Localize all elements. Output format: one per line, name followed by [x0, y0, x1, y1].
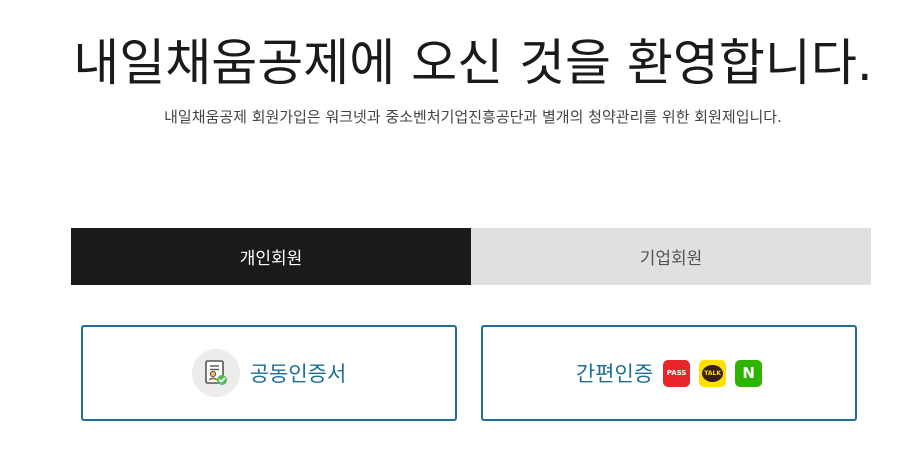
naver-icon: N [735, 359, 763, 387]
kakao-talk-icon: TALK [699, 359, 727, 387]
certificate-icon [191, 349, 240, 397]
tab-individual[interactable]: 개인회원 [71, 228, 471, 285]
joint-certificate-label: 공동인증서 [249, 362, 347, 386]
kakao-talk-bubble: TALK [702, 364, 724, 382]
tab-corporate[interactable]: 기업회원 [471, 228, 871, 285]
page-subtitle: 내일채움공제 회원가입은 워크넷과 중소벤처기업진흥공단과 별개의 청약관리를 … [164, 108, 782, 126]
simple-auth-label: 간편인증 [575, 362, 654, 386]
page-title: 내일채움공제에 오신 것을 환영합니다. [73, 34, 873, 92]
joint-certificate-button[interactable]: 공동인증서 [81, 325, 457, 421]
member-type-tabs: 개인회원 기업회원 [71, 228, 871, 285]
simple-auth-button[interactable]: 간편인증 PASS TALK N [481, 325, 857, 421]
pass-icon: PASS [663, 359, 691, 387]
auth-provider-badges: PASS TALK N [663, 359, 763, 387]
